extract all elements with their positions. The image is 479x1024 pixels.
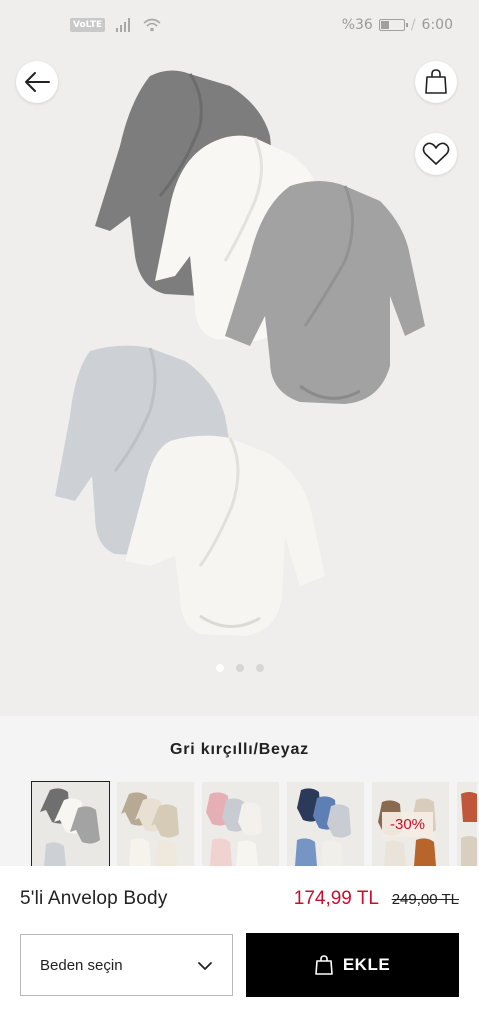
color-selector: Gri kırçıllı/Beyaz -30% (0, 716, 479, 867)
swatch-image-blue (287, 782, 364, 866)
favorite-button[interactable] (415, 133, 457, 175)
product-image-gallery[interactable] (0, 56, 479, 716)
price-original: 249,00 TL (391, 891, 459, 908)
arrow-left-icon (25, 72, 50, 92)
swatch-image-pink (202, 782, 279, 866)
swatch-gray-white[interactable] (31, 781, 110, 867)
swatch-image-beige (117, 782, 194, 866)
back-button[interactable] (16, 61, 58, 103)
price-current: 174,99 TL (293, 888, 379, 909)
signal-icon (116, 18, 131, 32)
gallery-dot[interactable] (215, 664, 224, 672)
chevron-down-icon (198, 962, 212, 970)
size-selector-label: Beden seçin (40, 956, 123, 974)
gallery-dot[interactable] (235, 664, 244, 672)
add-to-cart-label: EKLE (342, 955, 391, 974)
bodysuit-cream-2 (125, 435, 325, 636)
color-swatches: -30% (31, 781, 477, 867)
swatch-image-gray-white (32, 782, 109, 866)
shopping-bag-icon (425, 69, 447, 94)
wifi-icon (143, 18, 161, 32)
product-photo (55, 70, 425, 636)
swatch-beige[interactable] (117, 782, 194, 866)
swatch-more[interactable] (457, 782, 477, 866)
status-left: VoLTE (70, 18, 161, 32)
clock: 6:00 (421, 17, 453, 33)
time-separator: / (410, 17, 416, 33)
battery-icon (378, 19, 408, 31)
volte-badge: VoLTE (70, 18, 106, 32)
product-name: 5'li Anvelop Body (20, 888, 168, 909)
cart-button[interactable] (415, 61, 457, 103)
swatch-blue[interactable] (287, 782, 364, 866)
color-name: Gri kırçıllı/Beyaz (170, 741, 309, 758)
status-right: %36 / 6:00 (342, 17, 453, 33)
size-selector[interactable]: Beden seçin (20, 934, 233, 996)
shopping-bag-icon (315, 955, 333, 975)
swatch-brown[interactable]: -30% (372, 782, 449, 866)
battery-level (380, 21, 389, 29)
add-to-cart-button[interactable]: EKLE (246, 933, 459, 997)
gallery-dot[interactable] (255, 664, 264, 672)
purchase-bar: 5'li Anvelop Body 174,99 TL 249,00 TL Be… (0, 866, 479, 1024)
swatch-pink[interactable] (202, 782, 279, 866)
heart-icon (422, 142, 450, 165)
gallery-pagination[interactable] (0, 664, 479, 672)
battery-percent: %36 (341, 17, 373, 33)
status-bar: VoLTE %36 / 6:00 (0, 0, 479, 56)
discount-badge: -30% (382, 812, 434, 837)
swatch-image-more (457, 782, 477, 866)
